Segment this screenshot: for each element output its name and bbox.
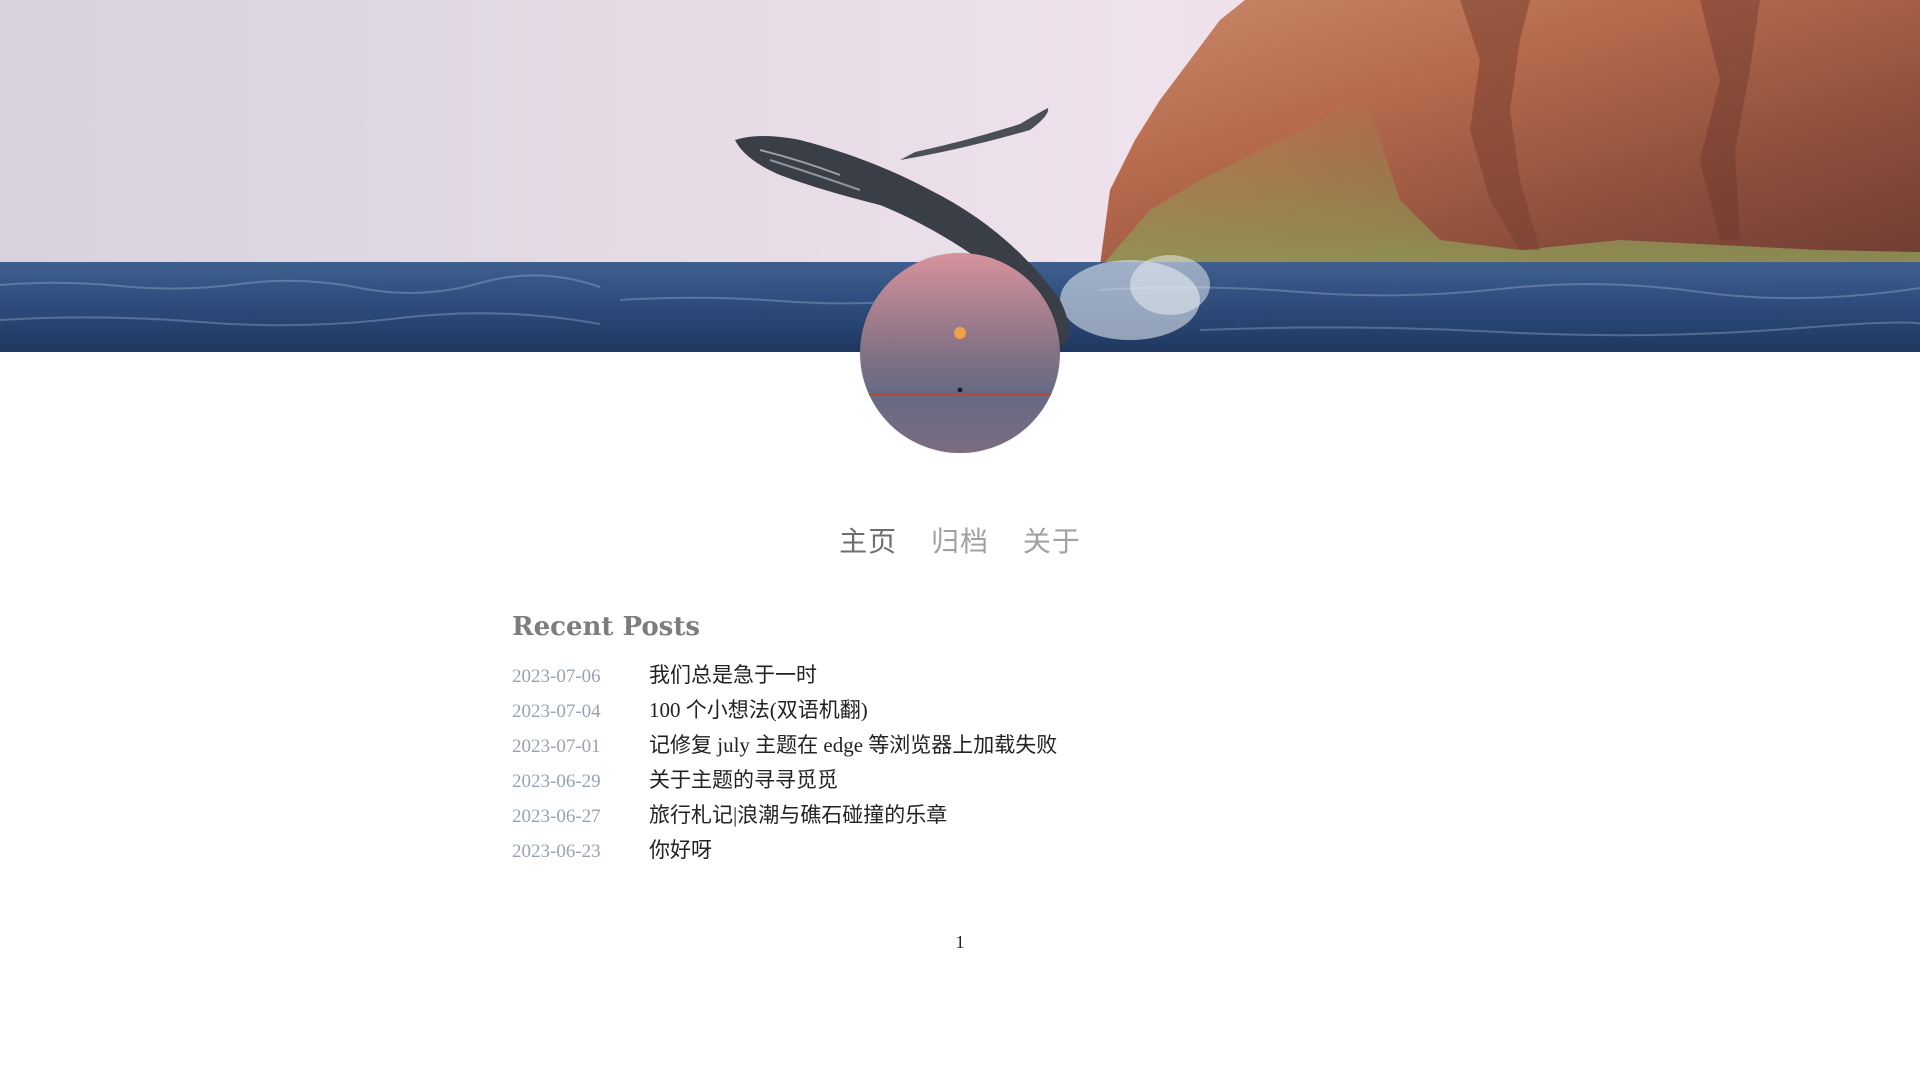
post-title-link[interactable]: 100 个小想法(双语机翻) (649, 698, 868, 722)
recent-posts-section: Recent Posts 2023-07-06 我们总是急于一时 2023-07-… (512, 612, 1412, 868)
post-title-link[interactable]: 记修复 july 主题在 edge 等浏览器上加载失败 (649, 733, 1057, 757)
post-date: 2023-06-29 (512, 771, 601, 792)
post-item: 2023-06-23 你好呀 (512, 833, 1412, 868)
nav-home[interactable]: 主页 (839, 520, 897, 560)
post-title-link[interactable]: 我们总是急于一时 (649, 663, 817, 687)
post-date: 2023-06-27 (512, 806, 601, 827)
recent-posts-heading: Recent Posts (512, 612, 700, 642)
post-item: 2023-06-27 旅行札记|浪潮与礁石碰撞的乐章 (512, 798, 1412, 833)
nav-about[interactable]: 关于 (1023, 520, 1081, 560)
nav-archive[interactable]: 归档 (931, 520, 989, 560)
sunset-avatar-image (860, 253, 1060, 453)
pagination: 1 (0, 932, 1920, 953)
post-item: 2023-07-04 100 个小想法(双语机翻) (512, 693, 1412, 728)
post-date: 2023-07-04 (512, 701, 601, 722)
post-list: 2023-07-06 我们总是急于一时 2023-07-04 100 个小想法(双语… (512, 658, 1412, 868)
avatar[interactable] (860, 253, 1060, 453)
post-date: 2023-06-23 (512, 841, 601, 862)
post-title-link[interactable]: 旅行札记|浪潮与礁石碰撞的乐章 (649, 803, 947, 827)
post-item: 2023-06-29 关于主题的寻寻觅觅 (512, 763, 1412, 798)
page-number-current[interactable]: 1 (956, 932, 965, 952)
main-nav: 主页 归档 关于 (0, 520, 1920, 560)
page: 主页 归档 关于 Recent Posts 2023-07-06 我们总是急于一时… (0, 0, 1920, 1080)
post-title-link[interactable]: 你好呀 (649, 838, 712, 862)
post-date: 2023-07-06 (512, 666, 601, 687)
post-item: 2023-07-01 记修复 july 主题在 edge 等浏览器上加载失败 (512, 728, 1412, 763)
post-item: 2023-07-06 我们总是急于一时 (512, 658, 1412, 693)
post-date: 2023-07-01 (512, 736, 601, 757)
post-title-link[interactable]: 关于主题的寻寻觅觅 (649, 768, 838, 792)
